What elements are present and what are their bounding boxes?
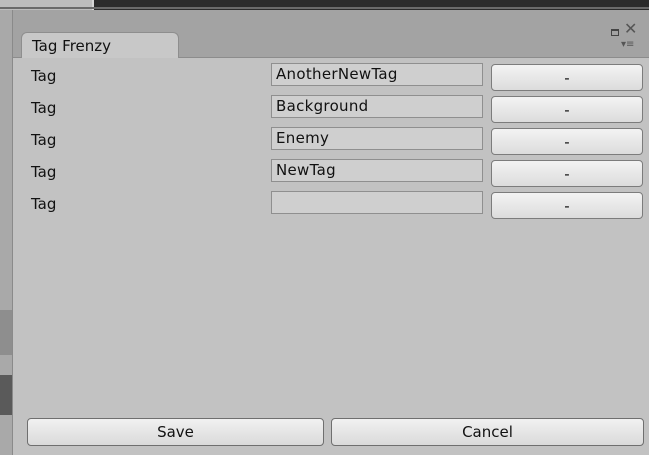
- tag-field[interactable]: Enemy: [271, 127, 483, 150]
- tag-row: Tag AnotherNewTag -: [13, 63, 649, 93]
- tag-label: Tag: [31, 131, 57, 149]
- tag-label: Tag: [31, 195, 57, 213]
- save-button[interactable]: Save: [27, 418, 324, 446]
- tag-label: Tag: [31, 163, 57, 181]
- tag-row: Tag Enemy -: [13, 127, 649, 157]
- tag-field[interactable]: AnotherNewTag: [271, 63, 483, 86]
- tag-row: Tag -: [13, 191, 649, 221]
- tag-label: Tag: [31, 99, 57, 117]
- tab-tag-frenzy[interactable]: Tag Frenzy: [21, 32, 179, 58]
- tag-field[interactable]: NewTag: [271, 159, 483, 182]
- tab-title: Tag Frenzy: [32, 37, 112, 55]
- tag-field[interactable]: Background: [271, 95, 483, 118]
- remove-tag-button[interactable]: -: [491, 192, 643, 219]
- remove-tag-button[interactable]: -: [491, 64, 643, 91]
- remove-tag-button[interactable]: -: [491, 160, 643, 187]
- remove-tag-button[interactable]: -: [491, 96, 643, 123]
- close-icon[interactable]: ✕: [624, 21, 637, 37]
- cancel-button[interactable]: Cancel: [331, 418, 644, 446]
- maximize-icon[interactable]: [611, 29, 619, 36]
- tag-row: Tag Background -: [13, 95, 649, 125]
- menu-icon[interactable]: ▾≡: [621, 40, 634, 50]
- editor-background-strip: [0, 0, 649, 10]
- tag-frenzy-window: Tag Frenzy ✕ ▾≡ Tag AnotherNewTag - Tag …: [12, 10, 649, 455]
- window-header: Tag Frenzy ✕ ▾≡: [13, 10, 649, 58]
- window-controls: ✕ ▾≡: [601, 21, 641, 54]
- remove-tag-button[interactable]: -: [491, 128, 643, 155]
- tag-field[interactable]: [271, 191, 483, 214]
- tag-row: Tag NewTag -: [13, 159, 649, 189]
- tag-label: Tag: [31, 67, 57, 85]
